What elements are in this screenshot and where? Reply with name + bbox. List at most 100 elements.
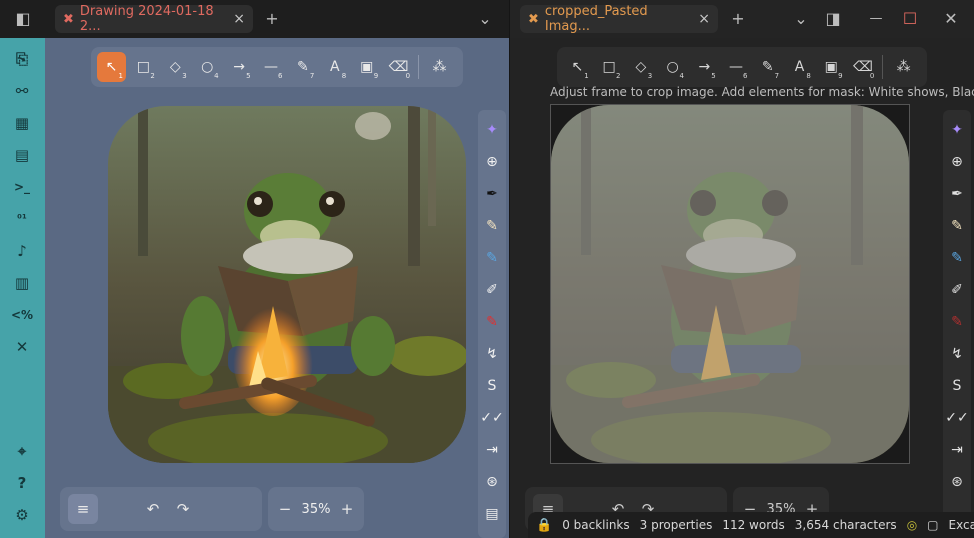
settings-icon[interactable]: ⚙: [9, 504, 35, 526]
zoom-level[interactable]: 35%: [302, 502, 331, 517]
excalibrain-link[interactable]: ExcaliBrain: [949, 518, 974, 532]
add-file-icon[interactable]: ⊕: [478, 146, 506, 178]
pane-divider[interactable]: [509, 0, 510, 538]
pen-red-icon[interactable]: ✎: [943, 306, 971, 338]
draw-tool[interactable]: ✎ 7: [753, 52, 782, 82]
close-window-button[interactable]: ✕: [940, 8, 962, 30]
menu-button[interactable]: ≡: [68, 494, 98, 524]
selection-tool[interactable]: ↖ 1: [97, 52, 126, 82]
minimize-button[interactable]: —: [865, 8, 887, 30]
fountain-pen-icon[interactable]: ✐: [943, 274, 971, 306]
check-all-icon[interactable]: ✓✓: [943, 402, 971, 434]
selection-tool[interactable]: ↖ 1: [563, 52, 592, 82]
properties-count[interactable]: 3 properties: [640, 518, 713, 532]
excalidraw-icon: ✖: [528, 11, 539, 27]
stroke-icon[interactable]: ↯: [478, 338, 506, 370]
help-icon[interactable]: ?: [9, 472, 35, 494]
maximize-button[interactable]: ☐: [899, 8, 921, 30]
arrow-tool[interactable]: → 5: [225, 52, 254, 82]
redo-button[interactable]: ↷: [168, 494, 198, 524]
binary-icon[interactable]: ⁰¹: [9, 208, 35, 230]
tab-drawing-title: Drawing 2024-01-18 2...: [79, 4, 214, 34]
zoom-out-button[interactable]: −: [274, 494, 296, 524]
close-icon[interactable]: ×: [233, 11, 245, 27]
pen-blue-icon[interactable]: ✎: [478, 242, 506, 274]
new-tab-button[interactable]: +: [727, 8, 749, 30]
export-icon[interactable]: ⇥: [478, 434, 506, 466]
image-tool[interactable]: ▣ 9: [352, 52, 381, 82]
undo-button[interactable]: ↶: [138, 494, 168, 524]
backlinks-count[interactable]: 0 backlinks: [562, 518, 629, 532]
eraser-tool[interactable]: ⌫ 0: [384, 52, 413, 82]
line-tool[interactable]: —6: [257, 52, 286, 82]
template-icon[interactable]: ▥: [9, 272, 35, 294]
diamond-tool[interactable]: ◇ 3: [626, 52, 655, 82]
sync-check-icon[interactable]: ◎: [907, 518, 917, 532]
text-tool[interactable]: A8: [785, 52, 814, 82]
highlighter-icon[interactable]: ✎: [478, 210, 506, 242]
excalibrain-icon: ▢: [927, 518, 939, 532]
obsidian-icon[interactable]: ✦: [943, 114, 971, 146]
lock-icon[interactable]: 🔒: [536, 518, 552, 533]
obsidian-icon[interactable]: ✦: [478, 114, 506, 146]
zoom-in-button[interactable]: +: [336, 494, 358, 524]
excalidraw-icon[interactable]: ✕: [9, 336, 35, 358]
pen-red-icon[interactable]: ✎: [478, 306, 506, 338]
pen-blue-icon[interactable]: ✎: [943, 242, 971, 274]
brain-icon[interactable]: ⊛: [943, 466, 971, 498]
calendar-icon[interactable]: ▤: [9, 144, 35, 166]
mic-icon[interactable]: ♪: [9, 240, 35, 262]
left-ribbon: ⎘ ⚯ ▦ ▤ >_ ⁰¹ ♪ ▥ <% ✕ ⌖ ? ⚙: [0, 38, 45, 538]
frog-image[interactable]: [108, 106, 466, 463]
mask-overlay: [551, 105, 909, 463]
tab-cropped-title: cropped_Pasted Imag...: [544, 4, 648, 34]
terminal-icon[interactable]: >_: [9, 176, 35, 198]
image-tool[interactable]: ▣ 9: [817, 52, 846, 82]
pen-black-icon[interactable]: ✒: [943, 178, 971, 210]
toolbar-divider: [418, 55, 420, 79]
eraser-tool[interactable]: ⌫ 0: [849, 52, 878, 82]
check-all-icon[interactable]: ✓✓: [478, 402, 506, 434]
open-file-icon[interactable]: ⎘: [9, 48, 35, 70]
bottom-menu-left: ≡ ↶ ↷: [60, 487, 262, 531]
plugin-tools-right: ✦ ⊕ ✒ ✎ ✎ ✐ ✎ ↯ S ✓✓ ⇥ ⊛: [943, 110, 971, 538]
more-shapes-icon[interactable]: ⁂: [889, 52, 918, 82]
ellipse-tool[interactable]: ○ 4: [193, 52, 222, 82]
graph-icon[interactable]: ⚯: [9, 80, 35, 102]
script-icon[interactable]: S: [478, 370, 506, 402]
right-sidebar-toggle-icon[interactable]: ◨: [822, 8, 844, 30]
rectangle-tool[interactable]: □ 2: [595, 52, 624, 82]
chevron-down-icon[interactable]: ⌄: [790, 8, 812, 30]
text-tool[interactable]: A8: [320, 52, 349, 82]
export-icon[interactable]: ⇥: [943, 434, 971, 466]
arrow-tool[interactable]: → 5: [690, 52, 719, 82]
cropped-frog-image[interactable]: [551, 105, 909, 463]
pen-black-icon[interactable]: ✒: [478, 178, 506, 210]
document-icon[interactable]: ▤: [478, 498, 506, 530]
sidebar-toggle-icon[interactable]: ◧: [12, 8, 34, 30]
script-icon[interactable]: S: [943, 370, 971, 402]
add-file-icon[interactable]: ⊕: [943, 146, 971, 178]
draw-tool[interactable]: ✎ 7: [288, 52, 317, 82]
stroke-icon[interactable]: ↯: [943, 338, 971, 370]
canvas-icon[interactable]: ▦: [9, 112, 35, 134]
tab-cropped-image[interactable]: ✖ cropped_Pasted Imag... ×: [520, 4, 718, 34]
map-pin-icon[interactable]: ⌖: [9, 440, 35, 462]
tab-drawing[interactable]: ✖ Drawing 2024-01-18 2... ×: [55, 4, 253, 34]
close-icon[interactable]: ×: [698, 11, 710, 27]
brain-icon[interactable]: ⊛: [478, 466, 506, 498]
crop-hint-text: Adjust frame to crop image. Add elements…: [550, 85, 974, 99]
chevron-down-icon[interactable]: ⌄: [474, 8, 496, 30]
code-icon[interactable]: <%: [9, 304, 35, 326]
word-count: 112 words: [722, 518, 785, 532]
fountain-pen-icon[interactable]: ✐: [478, 274, 506, 306]
shape-toolbar-right: ↖ 1 □ 2 ◇ 3 ○ 4 → 5 —6 ✎ 7 A8 ▣ 9 ⌫ 0 ⁂: [557, 47, 927, 87]
line-tool[interactable]: —6: [722, 52, 751, 82]
rectangle-tool[interactable]: □ 2: [129, 52, 158, 82]
ellipse-tool[interactable]: ○ 4: [658, 52, 687, 82]
diamond-tool[interactable]: ◇ 3: [161, 52, 190, 82]
more-shapes-icon[interactable]: ⁂: [425, 52, 454, 82]
new-tab-button[interactable]: +: [261, 8, 283, 30]
plugin-tools-left: ✦ ⊕ ✒ ✎ ✎ ✐ ✎ ↯ S ✓✓ ⇥ ⊛ ▤: [478, 110, 506, 538]
highlighter-icon[interactable]: ✎: [943, 210, 971, 242]
